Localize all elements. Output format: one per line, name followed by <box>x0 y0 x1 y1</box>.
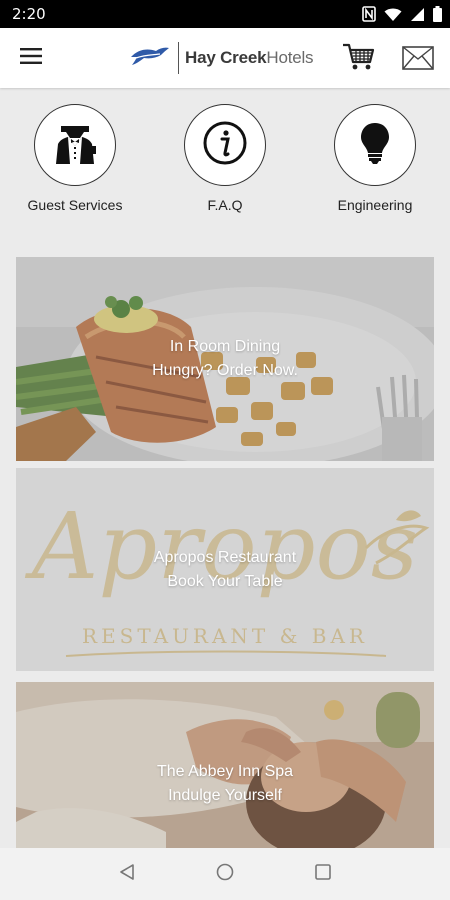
mail-button[interactable] <box>402 46 436 72</box>
status-bar: 2:20 <box>0 0 450 28</box>
quick-link-faq[interactable]: F.A.Q <box>165 104 285 213</box>
quick-link-engineering[interactable]: Engineering <box>315 104 435 213</box>
wifi-icon <box>384 7 402 22</box>
quick-link-circle <box>184 104 266 186</box>
card-subtitle: Indulge Yourself <box>168 787 282 804</box>
card-text: Apropos Restaurant Book Your Table <box>16 546 434 594</box>
card-title: In Room Dining <box>169 338 281 355</box>
cart-button[interactable] <box>342 42 376 74</box>
home-icon <box>216 863 234 886</box>
battery-icon <box>433 6 442 22</box>
brand-logo: Hay Creek Hotels <box>130 40 314 76</box>
system-nav-bar <box>0 848 450 900</box>
card-title: Apropos Restaurant <box>153 549 297 566</box>
quick-link-label: Engineering <box>337 197 413 213</box>
back-button[interactable] <box>114 861 140 887</box>
quick-link-label: F.A.Q <box>207 197 243 213</box>
quick-link-guest-services[interactable]: Guest Services <box>15 104 135 213</box>
card-subtitle: Hungry? Order Now. <box>152 362 298 379</box>
status-icons <box>362 5 442 23</box>
card-subtitle: Book Your Table <box>167 573 283 590</box>
mail-icon <box>402 46 434 74</box>
quick-link-circle <box>334 104 416 186</box>
card-abbey-inn-spa[interactable]: The Abbey Inn Spa Indulge Yourself <box>16 682 434 848</box>
menu-icon <box>20 47 42 69</box>
brand-name: Hay Creek <box>185 48 267 68</box>
brand-name-bold: Hay Creek <box>185 48 267 67</box>
lightbulb-icon <box>352 120 398 171</box>
nfc-icon <box>362 6 376 22</box>
cart-icon <box>342 43 376 76</box>
butler-icon <box>52 120 98 171</box>
recents-button[interactable] <box>310 861 336 887</box>
card-text: The Abbey Inn Spa Indulge Yourself <box>16 760 434 808</box>
card-in-room-dining[interactable]: In Room Dining Hungry? Order Now. <box>16 257 434 461</box>
home-button[interactable] <box>212 861 238 887</box>
status-time: 2:20 <box>12 5 46 23</box>
brand-name-suffix: Hotels <box>266 48 314 67</box>
bird-logo-icon <box>130 45 170 72</box>
brand-divider <box>178 42 179 74</box>
card-text: In Room Dining Hungry? Order Now. <box>16 335 434 383</box>
app-header: Hay Creek Hotels <box>0 28 450 88</box>
info-icon <box>202 120 248 171</box>
cell-signal-icon <box>410 7 425 22</box>
menu-button[interactable] <box>14 44 48 72</box>
quick-link-label: Guest Services <box>27 197 123 213</box>
back-icon <box>118 863 136 886</box>
card-title: The Abbey Inn Spa <box>156 763 294 780</box>
quick-link-circle <box>34 104 116 186</box>
recents-icon <box>314 863 332 886</box>
card-apropos-restaurant[interactable]: Apropos RESTAURANT & BAR Apropos Restaur… <box>16 468 434 671</box>
